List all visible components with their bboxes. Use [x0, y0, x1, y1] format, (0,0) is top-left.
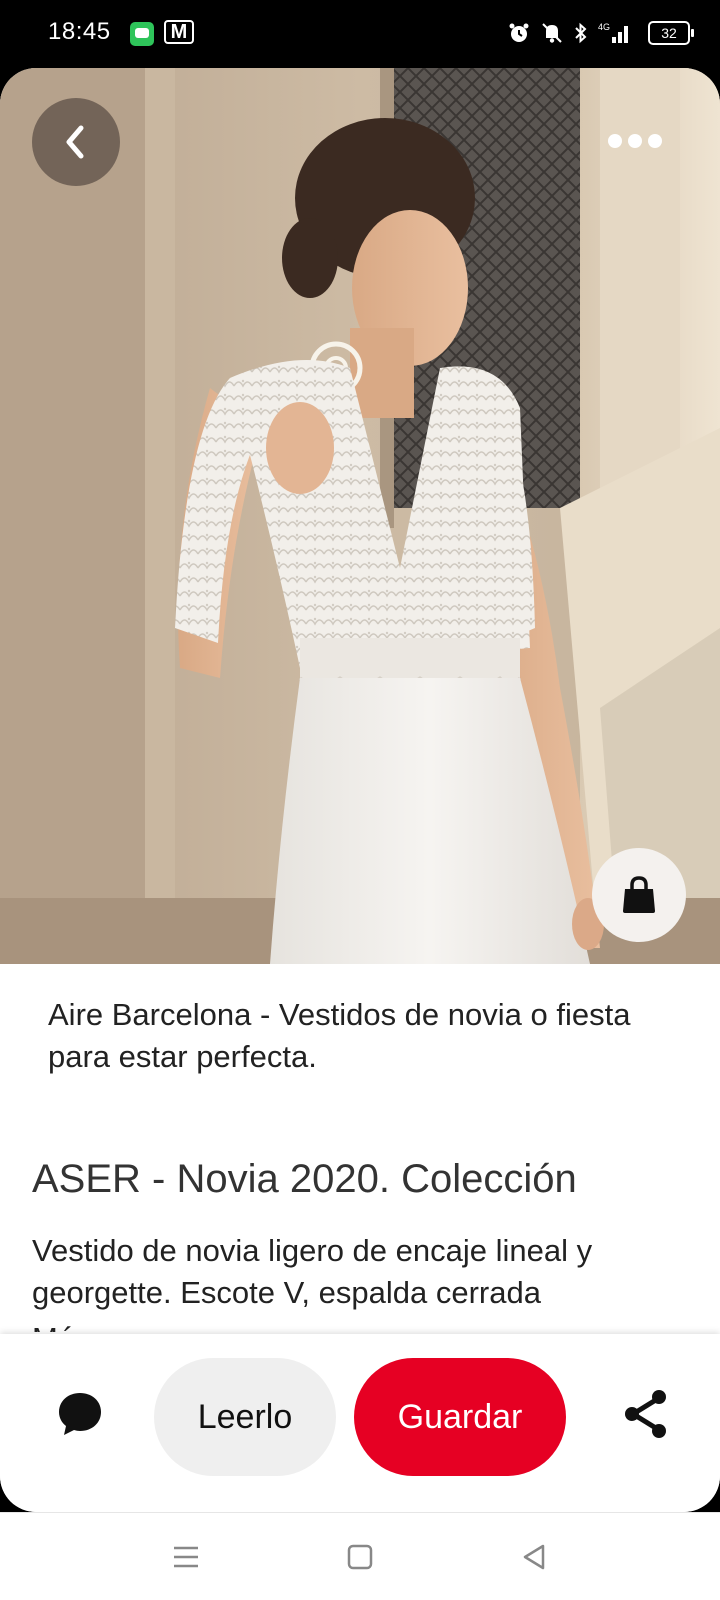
recent-apps-button[interactable]: [162, 1533, 210, 1581]
svg-text:4G: 4G: [598, 22, 610, 32]
back-button[interactable]: [32, 98, 120, 186]
mute-icon: [542, 23, 562, 43]
triangle-back-icon: [523, 1544, 545, 1570]
ellipsis-dot: [648, 134, 662, 148]
pin-card: Aire Barcelona - Vestidos de novia o fie…: [0, 68, 720, 1512]
system-nav-bar: [0, 1512, 720, 1600]
square-home-icon: [347, 1544, 373, 1570]
menu-icon: [174, 1546, 198, 1568]
source-title[interactable]: Aire Barcelona - Vestidos de novia o fie…: [48, 994, 668, 1078]
chevron-left-icon: [66, 125, 84, 159]
pin-title: ASER - Novia 2020. Colección: [32, 1157, 577, 1201]
battery-indicator: 32: [648, 21, 694, 45]
system-back-button[interactable]: [510, 1533, 558, 1581]
status-time: 18:45: [48, 18, 111, 45]
action-bar: Leerlo Guardar: [0, 1334, 720, 1512]
ellipsis-dot: [608, 134, 622, 148]
signal-icon: 4G: [598, 22, 628, 43]
bluetooth-icon: [575, 22, 587, 44]
screen: 18:45 M 4G 32 Aire Barcelona - Vestidos …: [0, 0, 720, 1600]
chat-notification-icon: [130, 22, 154, 46]
save-button[interactable]: Guardar: [354, 1358, 566, 1476]
speech-bubble-icon: [59, 1393, 101, 1435]
home-button[interactable]: [336, 1533, 384, 1581]
more-options-button[interactable]: [590, 118, 680, 164]
shop-button[interactable]: [592, 848, 686, 942]
comment-button[interactable]: [52, 1386, 108, 1442]
shopping-bag-icon: [623, 876, 655, 913]
bridal-dress-photo: [0, 68, 720, 964]
share-icon: [625, 1390, 666, 1438]
share-button[interactable]: [616, 1384, 676, 1444]
pin-image[interactable]: [0, 68, 720, 964]
status-indicators: 4G 32: [508, 18, 694, 48]
status-bar: 18:45 M 4G 32: [0, 0, 720, 68]
read-button[interactable]: Leerlo: [154, 1358, 336, 1476]
pin-description: Vestido de novia ligero de encaje lineal…: [32, 1233, 593, 1310]
alarm-icon: [509, 23, 529, 42]
mail-notification-icon: M: [164, 20, 194, 44]
ellipsis-dot: [628, 134, 642, 148]
